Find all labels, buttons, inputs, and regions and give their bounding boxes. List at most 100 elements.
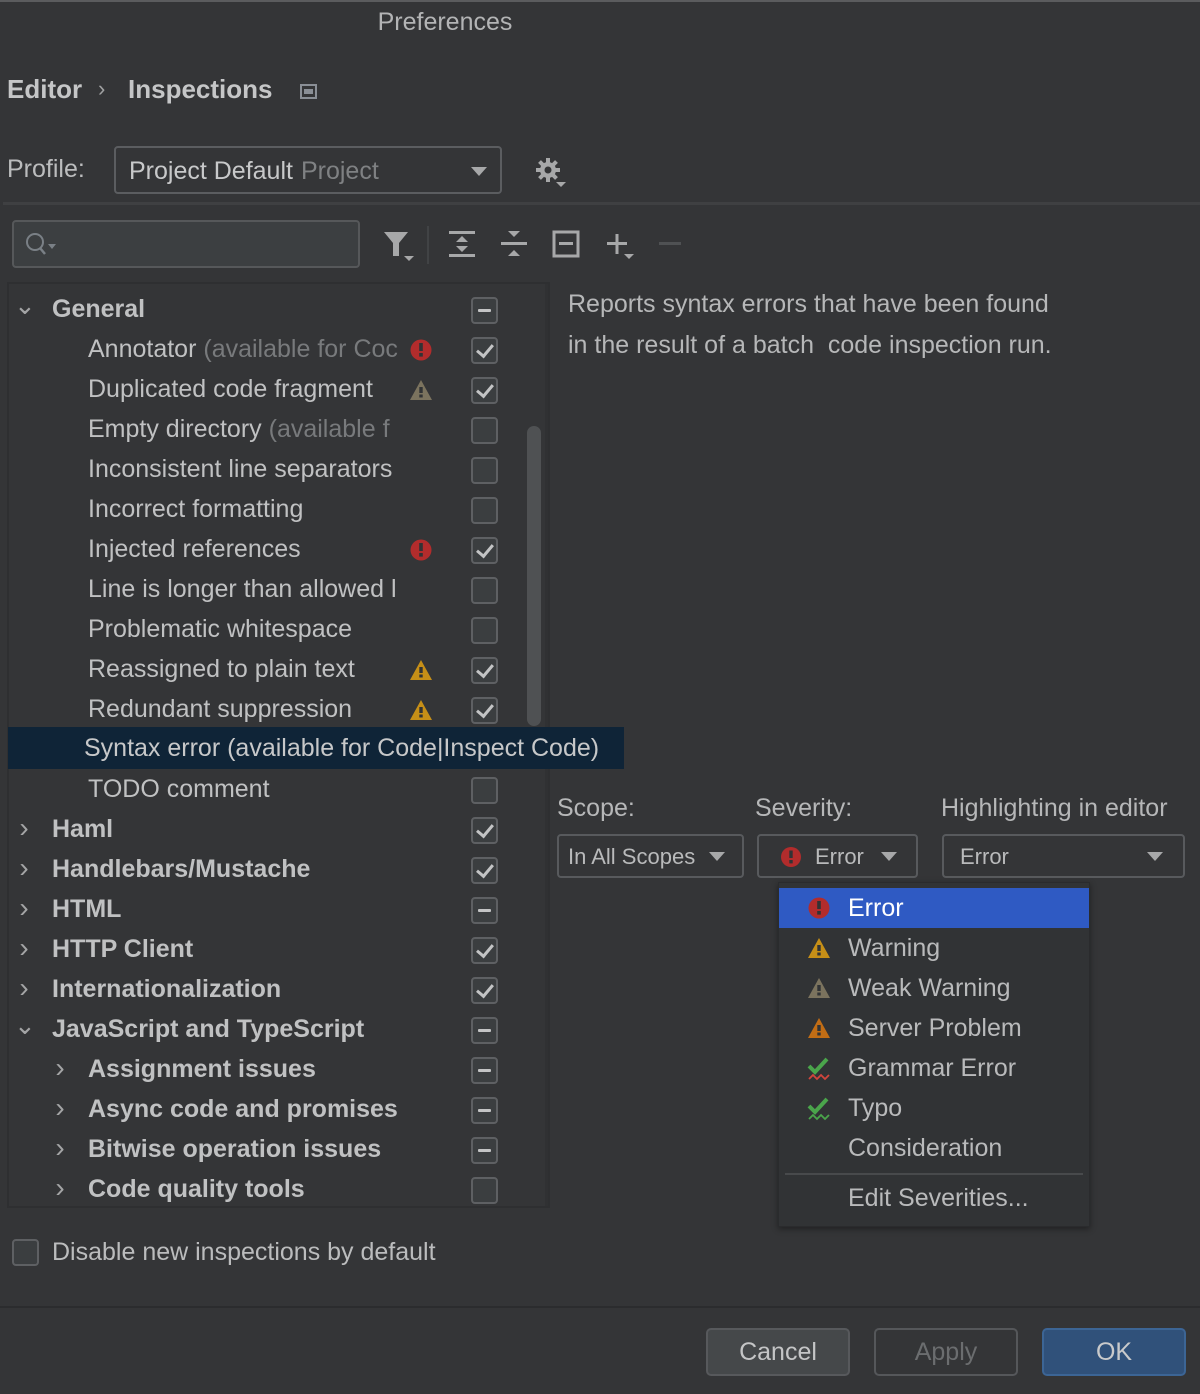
breadcrumb-editor[interactable]: Editor bbox=[7, 74, 82, 105]
chevron-down-icon[interactable]: ⌄ bbox=[14, 1010, 36, 1041]
tree-row[interactable]: › Internationalization bbox=[9, 970, 548, 1010]
chevron-right-icon[interactable]: › bbox=[14, 852, 34, 884]
tree-row-label: TODO comment bbox=[88, 775, 270, 804]
profile-dropdown[interactable]: Project Default Project bbox=[114, 146, 502, 194]
breadcrumb-separator: › bbox=[98, 76, 106, 101]
inspection-checkbox[interactable] bbox=[471, 977, 498, 1004]
chevron-right-icon[interactable]: › bbox=[14, 932, 34, 964]
header-separator bbox=[3, 202, 1200, 205]
tree-row[interactable]: › Assignment issues bbox=[9, 1050, 548, 1090]
error-icon bbox=[409, 538, 433, 562]
tree-row[interactable]: › Handlebars/Mustache bbox=[9, 850, 548, 890]
tree-scrollbar[interactable] bbox=[527, 426, 541, 726]
inspection-checkbox[interactable] bbox=[471, 697, 498, 724]
inspection-checkbox[interactable] bbox=[471, 337, 498, 364]
tree-row[interactable]: Redundant suppression bbox=[9, 690, 548, 730]
tree-row[interactable]: TODO comment bbox=[9, 770, 548, 810]
profile-value: Project Default bbox=[129, 157, 293, 185]
inspection-checkbox[interactable] bbox=[471, 777, 498, 804]
inspection-checkbox[interactable] bbox=[471, 1017, 498, 1044]
tree-row[interactable]: Line is longer than allowed l bbox=[9, 570, 548, 610]
tree-row-selected[interactable]: Syntax error (available for Code|Inspect… bbox=[8, 727, 624, 769]
window-title: Preferences bbox=[377, 8, 513, 36]
inspection-checkbox[interactable] bbox=[471, 537, 498, 564]
inspection-checkbox[interactable] bbox=[471, 657, 498, 684]
menu-item-server-problem[interactable]: Server Problem bbox=[779, 1008, 1089, 1048]
inspection-checkbox[interactable] bbox=[471, 1097, 498, 1124]
description-line-1: Reports syntax errors that have been fou… bbox=[568, 290, 1049, 318]
menu-item-edit-severities[interactable]: Edit Severities... bbox=[779, 1178, 1089, 1218]
severity-value: Error bbox=[815, 844, 864, 869]
inspection-checkbox[interactable] bbox=[471, 457, 498, 484]
chevron-right-icon[interactable]: › bbox=[50, 1052, 70, 1084]
warning-icon bbox=[409, 658, 433, 682]
severity-dropdown[interactable]: Error bbox=[757, 834, 918, 878]
chevron-right-icon[interactable]: › bbox=[14, 972, 34, 1004]
tree-row[interactable]: › Haml bbox=[9, 810, 548, 850]
chevron-right-icon[interactable]: › bbox=[50, 1172, 70, 1204]
reset-to-default-icon[interactable] bbox=[548, 226, 584, 262]
tree-row[interactable]: › HTML bbox=[9, 890, 548, 930]
menu-item-error[interactable]: Error bbox=[779, 888, 1089, 928]
tree-row[interactable]: › Code quality tools bbox=[9, 1170, 548, 1206]
weak-warning-icon bbox=[409, 378, 433, 402]
disable-new-inspections-checkbox[interactable] bbox=[12, 1239, 39, 1266]
inspection-checkbox[interactable] bbox=[471, 1057, 498, 1084]
description-line-2: in the result of a batch code inspection… bbox=[568, 331, 1052, 359]
disable-new-inspections-label[interactable]: Disable new inspections by default bbox=[52, 1238, 436, 1267]
inspection-checkbox[interactable] bbox=[471, 617, 498, 644]
apply-button[interactable]: Apply bbox=[874, 1328, 1018, 1376]
tree-row[interactable]: ⌄ JavaScript and TypeScript bbox=[9, 1010, 548, 1050]
inspection-checkbox[interactable] bbox=[471, 817, 498, 844]
inspection-checkbox[interactable] bbox=[471, 417, 498, 444]
menu-item-warning[interactable]: Warning bbox=[779, 928, 1089, 968]
tree-row[interactable]: › Bitwise operation issues bbox=[9, 1130, 548, 1170]
tree-row[interactable]: Duplicated code fragment bbox=[9, 370, 548, 410]
ok-button[interactable]: OK bbox=[1042, 1328, 1186, 1376]
chevron-right-icon[interactable]: › bbox=[50, 1132, 70, 1164]
scope-dropdown[interactable]: In All Scopes bbox=[557, 834, 744, 878]
tree-row[interactable]: Annotator (available for Coc bbox=[9, 330, 548, 370]
highlighting-dropdown[interactable]: Error bbox=[942, 834, 1185, 878]
chevron-right-icon[interactable]: › bbox=[14, 812, 34, 844]
collapse-all-icon[interactable] bbox=[496, 226, 532, 262]
inspection-checkbox[interactable] bbox=[471, 1137, 498, 1164]
menu-item-weak-warning[interactable]: Weak Warning bbox=[779, 968, 1089, 1008]
cancel-button[interactable]: Cancel bbox=[706, 1328, 850, 1376]
menu-item-grammar-error[interactable]: Grammar Error bbox=[779, 1048, 1089, 1088]
search-input[interactable] bbox=[12, 220, 360, 268]
inspection-checkbox[interactable] bbox=[471, 497, 498, 524]
tree-row[interactable]: Incorrect formatting bbox=[9, 490, 548, 530]
inspection-checkbox[interactable] bbox=[471, 377, 498, 404]
tree-row[interactable]: Injected references bbox=[9, 530, 548, 570]
inspection-checkbox[interactable] bbox=[471, 897, 498, 924]
menu-item-label: Warning bbox=[848, 934, 941, 962]
inspection-checkbox[interactable] bbox=[471, 1177, 498, 1204]
menu-item-consideration[interactable]: Consideration bbox=[779, 1128, 1089, 1168]
tree-row[interactable]: › Async code and promises bbox=[9, 1090, 548, 1130]
inspection-checkbox[interactable] bbox=[471, 297, 498, 324]
tree-row[interactable]: ⌄ General bbox=[9, 290, 548, 330]
chevron-right-icon[interactable]: › bbox=[14, 892, 34, 924]
gear-icon[interactable] bbox=[534, 156, 566, 188]
tree-row[interactable]: Empty directory (available f bbox=[9, 410, 548, 450]
tree-row-label: HTML bbox=[52, 895, 121, 924]
tree-row[interactable]: Problematic whitespace bbox=[9, 610, 548, 650]
search-field[interactable] bbox=[64, 228, 344, 258]
add-icon[interactable] bbox=[600, 226, 636, 262]
filter-icon[interactable] bbox=[380, 226, 416, 262]
tree-row-label: Code quality tools bbox=[88, 1175, 305, 1204]
inspection-name: Handlebars/Mustache bbox=[52, 855, 311, 883]
tree-row[interactable]: › HTTP Client bbox=[9, 930, 548, 970]
tree-row-label: Redundant suppression bbox=[88, 695, 352, 724]
chevron-down-icon[interactable]: ⌄ bbox=[14, 290, 36, 321]
tree-row[interactable]: Reassigned to plain text bbox=[9, 650, 548, 690]
menu-item-typo[interactable]: Typo bbox=[779, 1088, 1089, 1128]
expand-all-icon[interactable] bbox=[444, 226, 480, 262]
scope-value: In All Scopes bbox=[568, 844, 696, 869]
tree-row[interactable]: Inconsistent line separators bbox=[9, 450, 548, 490]
chevron-right-icon[interactable]: › bbox=[50, 1092, 70, 1124]
inspection-checkbox[interactable] bbox=[471, 577, 498, 604]
inspection-checkbox[interactable] bbox=[471, 937, 498, 964]
inspection-checkbox[interactable] bbox=[471, 857, 498, 884]
